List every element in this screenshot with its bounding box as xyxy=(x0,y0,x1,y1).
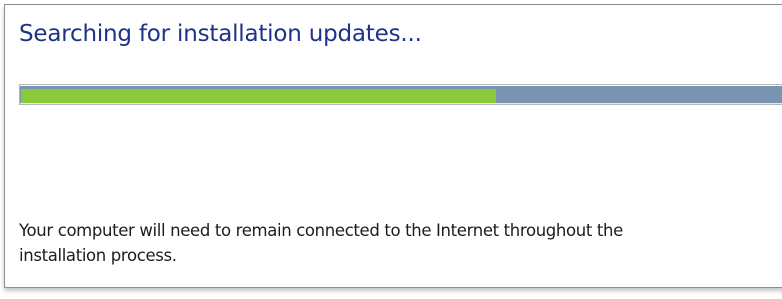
connection-notice-text: Your computer will need to remain connec… xyxy=(19,221,623,265)
progress-bar xyxy=(19,84,782,105)
page-title: Searching for installation updates... xyxy=(19,21,422,47)
installer-dialog-panel: Searching for installation updates... Yo… xyxy=(4,4,782,288)
progress-bar-fill xyxy=(21,89,496,103)
